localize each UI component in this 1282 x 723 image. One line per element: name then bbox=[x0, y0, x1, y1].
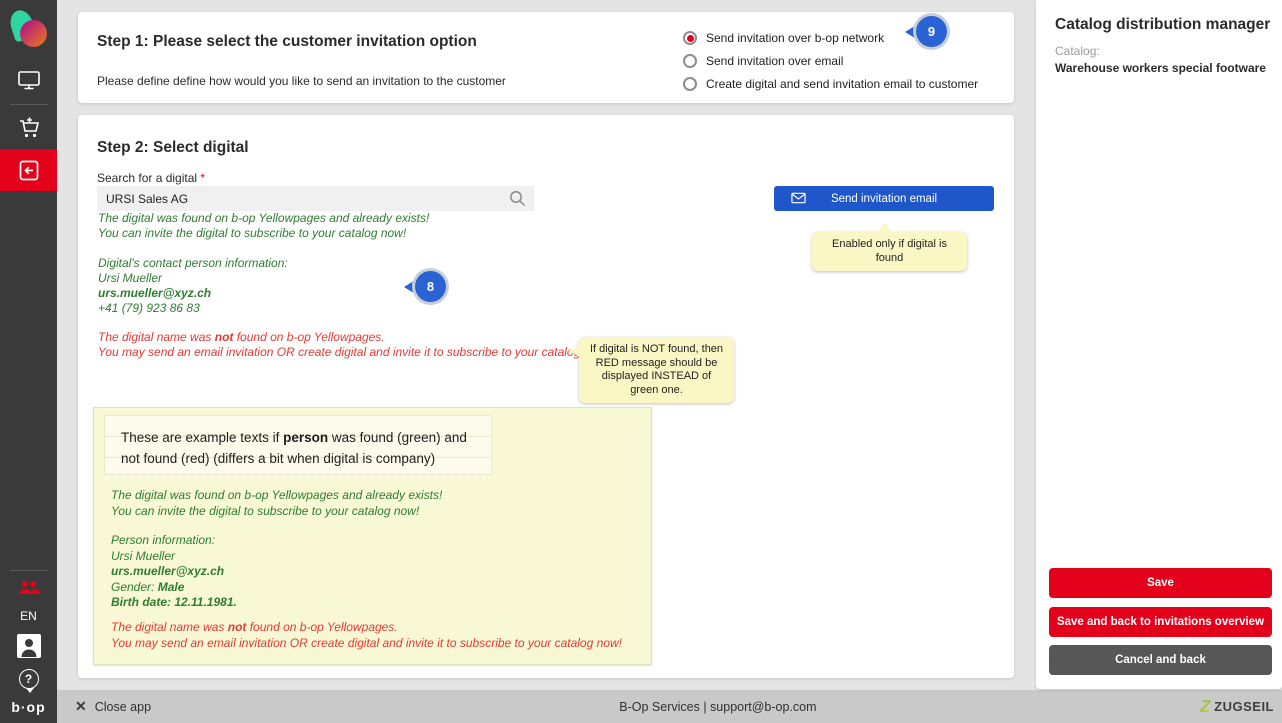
sidebar-item-invitations-active[interactable] bbox=[0, 149, 57, 191]
example-note-header: These are example texts if person was fo… bbox=[104, 415, 492, 475]
ex-person-name: Ursi Mueller bbox=[111, 549, 442, 565]
logo-circle-shape bbox=[20, 20, 47, 47]
notfound-line1-post: found on b-op Yellowpages. bbox=[233, 330, 384, 344]
sidebar-item-desktop[interactable] bbox=[0, 60, 57, 102]
bop-app-logo[interactable] bbox=[9, 8, 49, 50]
catalog-distribution-panel: Catalog distribution manager Catalog: Wa… bbox=[1036, 0, 1282, 689]
notfound-line1-pre: The digital name was bbox=[98, 330, 215, 344]
sidebar-bottom-divider bbox=[10, 570, 48, 571]
example-red-text: The digital name was not found on b-op Y… bbox=[111, 620, 622, 651]
sidebar-item-cart[interactable] bbox=[0, 107, 57, 149]
zugseil-logo: Z ZUGSEIL bbox=[1200, 690, 1274, 723]
radio-label: Create digital and send invitation email… bbox=[706, 77, 978, 91]
notfound-line2: You may send an email invitation OR crea… bbox=[98, 345, 609, 360]
contact-email: urs.mueller@xyz.ch bbox=[98, 286, 429, 301]
radio-selected-icon bbox=[683, 31, 697, 45]
users-icon bbox=[17, 580, 41, 596]
ex-notfound-line1: The digital name was not found on b-op Y… bbox=[111, 620, 622, 636]
step1-card: Step 1: Please select the customer invit… bbox=[78, 12, 1014, 103]
cart-plus-icon bbox=[17, 116, 41, 140]
contact-phone: +41 (79) 923 86 83 bbox=[98, 301, 429, 316]
badge-number: 8 bbox=[415, 271, 446, 302]
search-icon[interactable] bbox=[509, 190, 526, 212]
language-switch[interactable]: EN bbox=[20, 609, 37, 623]
footer-bar: ✕ Close app B-Op Services | support@b-op… bbox=[0, 690, 1282, 723]
note-header-pre: These are example texts if bbox=[121, 430, 283, 445]
notfound-line1-bold: not bbox=[215, 330, 234, 344]
search-label-text: Search for a digital bbox=[97, 171, 200, 185]
ex-person-header: Person information: bbox=[111, 533, 442, 549]
ex-found-line2: You can invite the digital to subscribe … bbox=[111, 504, 442, 520]
avatar-icon bbox=[17, 634, 41, 658]
ex-person-email: urs.mueller@xyz.ch bbox=[111, 564, 442, 580]
save-and-back-button[interactable]: Save and back to invitations overview bbox=[1049, 607, 1272, 637]
annotation-badge-8: 8 bbox=[404, 271, 446, 302]
tooltip-red-message: If digital is NOT found, then RED messag… bbox=[579, 337, 734, 403]
note-header-bold: person bbox=[283, 430, 328, 445]
clipboard-back-icon bbox=[18, 159, 40, 182]
found-line1: The digital was found on b-op Yellowpage… bbox=[98, 211, 429, 226]
contact-header: Digital's contact person information: bbox=[98, 256, 429, 271]
close-app-label: Close app bbox=[95, 700, 151, 714]
bop-wordmark: b·op bbox=[11, 699, 45, 715]
help-icon: ? bbox=[19, 669, 39, 689]
panel-title: Catalog distribution manager bbox=[1055, 16, 1270, 34]
catalog-label: Catalog: bbox=[1055, 44, 1100, 58]
ex-notfound-pre: The digital name was bbox=[111, 620, 228, 634]
step1-title: Step 1: Please select the customer invit… bbox=[97, 33, 477, 51]
search-digital-label: Search for a digital * bbox=[97, 171, 205, 185]
digital-found-message: The digital was found on b-op Yellowpage… bbox=[98, 211, 429, 316]
footer-support-text: B-Op Services | support@b-op.com bbox=[619, 690, 816, 723]
envelope-icon bbox=[791, 192, 806, 207]
found-line2: You can invite the digital to subscribe … bbox=[98, 226, 429, 241]
monitor-icon bbox=[18, 71, 40, 91]
zugseil-brand-name: ZUGSEIL bbox=[1214, 699, 1274, 714]
gender-label: Gender: bbox=[111, 580, 158, 594]
example-texts-box: These are example texts if person was fo… bbox=[93, 407, 652, 665]
radio-unselected-icon bbox=[683, 77, 697, 91]
contact-name: Ursi Mueller bbox=[98, 271, 429, 286]
search-digital-input[interactable] bbox=[97, 186, 534, 211]
annotation-badge-9: 9 bbox=[905, 16, 947, 47]
ex-notfound-post: found on b-op Yellowpages. bbox=[246, 620, 397, 634]
cancel-and-back-button[interactable]: Cancel and back bbox=[1049, 645, 1272, 675]
radio-label: Send invitation over b-op network bbox=[706, 31, 884, 45]
search-field-wrap bbox=[97, 186, 534, 211]
radio-label: Send invitation over email bbox=[706, 54, 843, 68]
radio-unselected-icon bbox=[683, 54, 697, 68]
required-asterisk: * bbox=[200, 171, 205, 185]
notfound-line1: The digital name was not found on b-op Y… bbox=[98, 330, 609, 345]
ex-found-line1: The digital was found on b-op Yellowpage… bbox=[111, 488, 442, 504]
sidebar-item-customers[interactable] bbox=[0, 573, 57, 603]
step2-card: Step 2: Select digital Search for a digi… bbox=[78, 115, 1014, 678]
ex-notfound-line2: You may send an email invitation OR crea… bbox=[111, 636, 622, 652]
tooltip-enabled-only: Enabled only if digital is found bbox=[812, 232, 967, 271]
radio-option-create-digital[interactable]: Create digital and send invitation email… bbox=[683, 77, 978, 91]
badge-number: 9 bbox=[916, 16, 947, 47]
sidebar-item-profile[interactable] bbox=[0, 629, 57, 663]
send-invitation-email-button[interactable]: Send invitation email bbox=[774, 186, 994, 211]
save-button[interactable]: Save bbox=[1049, 568, 1272, 598]
ex-person-birth: Birth date: 12.11.1981. bbox=[111, 595, 442, 611]
zugseil-z-icon: Z bbox=[1199, 697, 1211, 717]
help-glyph: ? bbox=[25, 672, 32, 686]
step2-title: Step 2: Select digital bbox=[97, 139, 249, 157]
ex-notfound-bold: not bbox=[228, 620, 247, 634]
send-button-label: Send invitation email bbox=[831, 193, 937, 205]
radio-option-email[interactable]: Send invitation over email bbox=[683, 54, 978, 68]
digital-not-found-message: The digital name was not found on b-op Y… bbox=[98, 330, 609, 360]
sidebar-divider bbox=[10, 104, 48, 105]
sidebar-nav: EN ? b·op bbox=[0, 0, 57, 723]
sidebar-item-help[interactable]: ? bbox=[0, 663, 57, 695]
close-icon: ✕ bbox=[75, 698, 87, 715]
example-green-text: The digital was found on b-op Yellowpage… bbox=[111, 488, 442, 611]
gender-value: Male bbox=[158, 580, 185, 594]
step1-subtitle: Please define define how would you like … bbox=[97, 74, 506, 88]
close-app-button[interactable]: ✕ Close app bbox=[75, 690, 151, 723]
catalog-value: Warehouse workers special footware bbox=[1055, 61, 1266, 75]
ex-person-gender: Gender: Male bbox=[111, 580, 442, 596]
